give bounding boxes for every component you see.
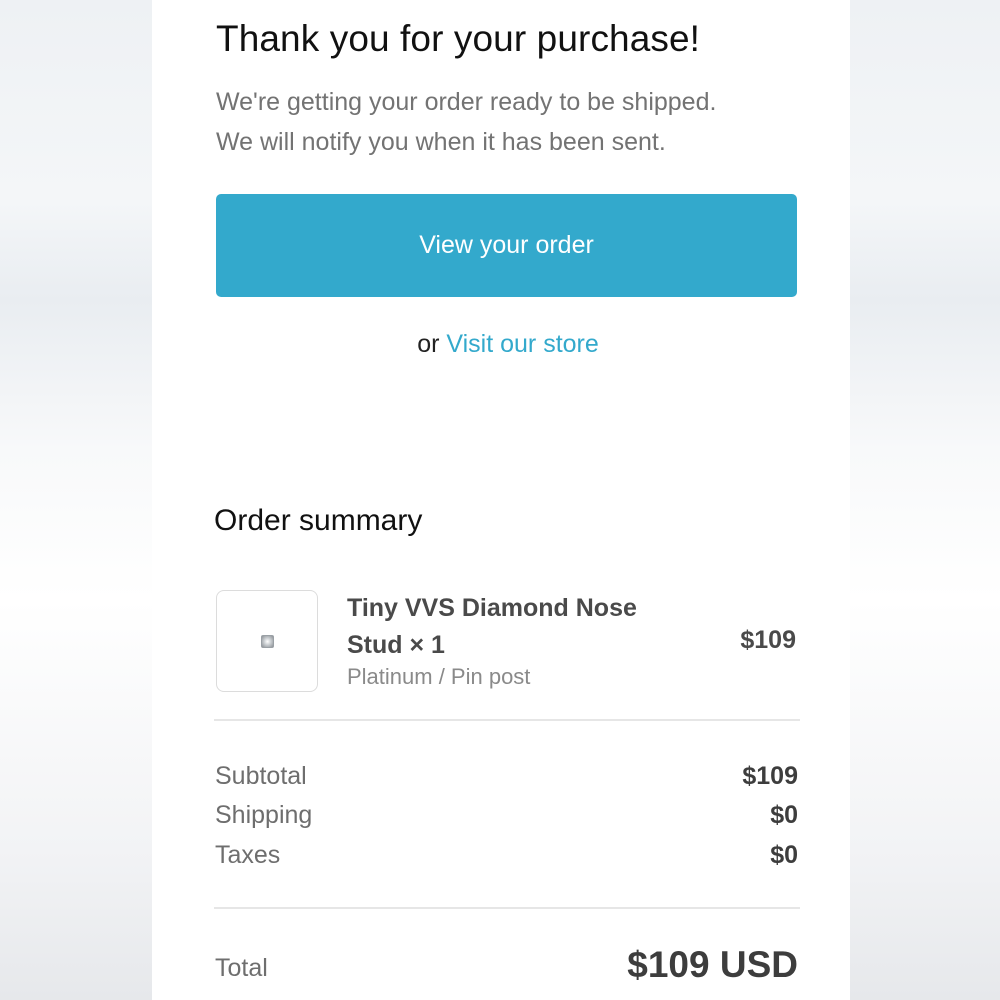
order-summary-title: Order summary (214, 504, 423, 537)
product-price: $109 (740, 626, 796, 654)
diamond-stud-icon (260, 634, 274, 648)
product-thumbnail (216, 590, 318, 692)
background-blur-left (0, 0, 152, 1000)
subtotal-value: $109 (742, 762, 798, 790)
shipping-label: Shipping (215, 801, 313, 829)
background-blur-right (850, 0, 1000, 1000)
summary-divider-2 (214, 907, 800, 909)
order-confirmation-panel: Thank you for your purchase! We're getti… (152, 0, 850, 1000)
taxes-label: Taxes (215, 841, 281, 869)
confirmation-message: We're getting your order ready to be shi… (216, 82, 816, 162)
subtotal-label: Subtotal (215, 762, 307, 790)
or-text: or (417, 330, 440, 358)
view-order-button[interactable]: View your order (216, 194, 797, 297)
taxes-value: $0 (770, 841, 798, 869)
product-name: Tiny VVS Diamond Nose Stud × 1 (347, 594, 637, 659)
visit-store-link[interactable]: Visit our store (446, 330, 598, 358)
page-title: Thank you for your purchase! (216, 18, 701, 59)
confirmation-message-line-2: We will notify you when it has been sent… (216, 128, 666, 156)
shipping-value: $0 (770, 801, 798, 829)
visit-store-line: or Visit our store (152, 330, 850, 359)
total-value: $109 USD (627, 944, 798, 985)
summary-divider-1 (214, 719, 800, 721)
total-label: Total (215, 954, 268, 982)
product-variant: Platinum / Pin post (347, 664, 531, 689)
confirmation-message-line-1: We're getting your order ready to be shi… (216, 88, 717, 116)
